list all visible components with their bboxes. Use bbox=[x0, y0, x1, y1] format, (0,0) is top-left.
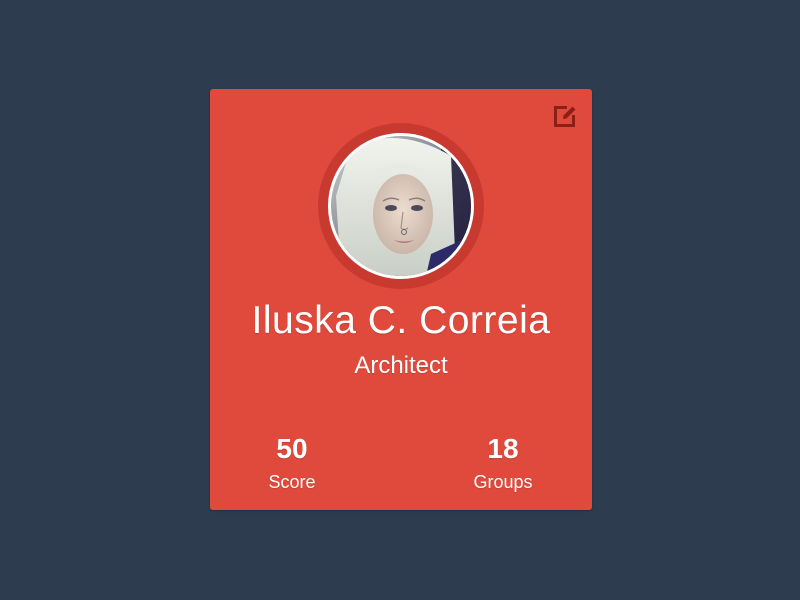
stat-score[interactable]: 50 Score bbox=[232, 431, 352, 495]
profile-name: Iluska C. Correia bbox=[251, 299, 551, 342]
avatar-image bbox=[331, 136, 471, 276]
stat-score-value: 50 bbox=[276, 433, 308, 464]
stat-score-label: Score bbox=[268, 472, 316, 492]
stat-groups[interactable]: 18 Groups bbox=[443, 431, 563, 495]
profile-role: Architect bbox=[354, 352, 448, 379]
avatar[interactable] bbox=[328, 133, 474, 279]
edit-icon bbox=[554, 106, 576, 127]
profile-card: Iluska C. Correia Architect 50 Score 18 … bbox=[210, 89, 592, 510]
stat-groups-value: 18 bbox=[487, 433, 519, 464]
avatar-ring bbox=[318, 123, 484, 289]
stat-groups-label: Groups bbox=[473, 472, 533, 492]
edit-button[interactable] bbox=[551, 102, 579, 130]
